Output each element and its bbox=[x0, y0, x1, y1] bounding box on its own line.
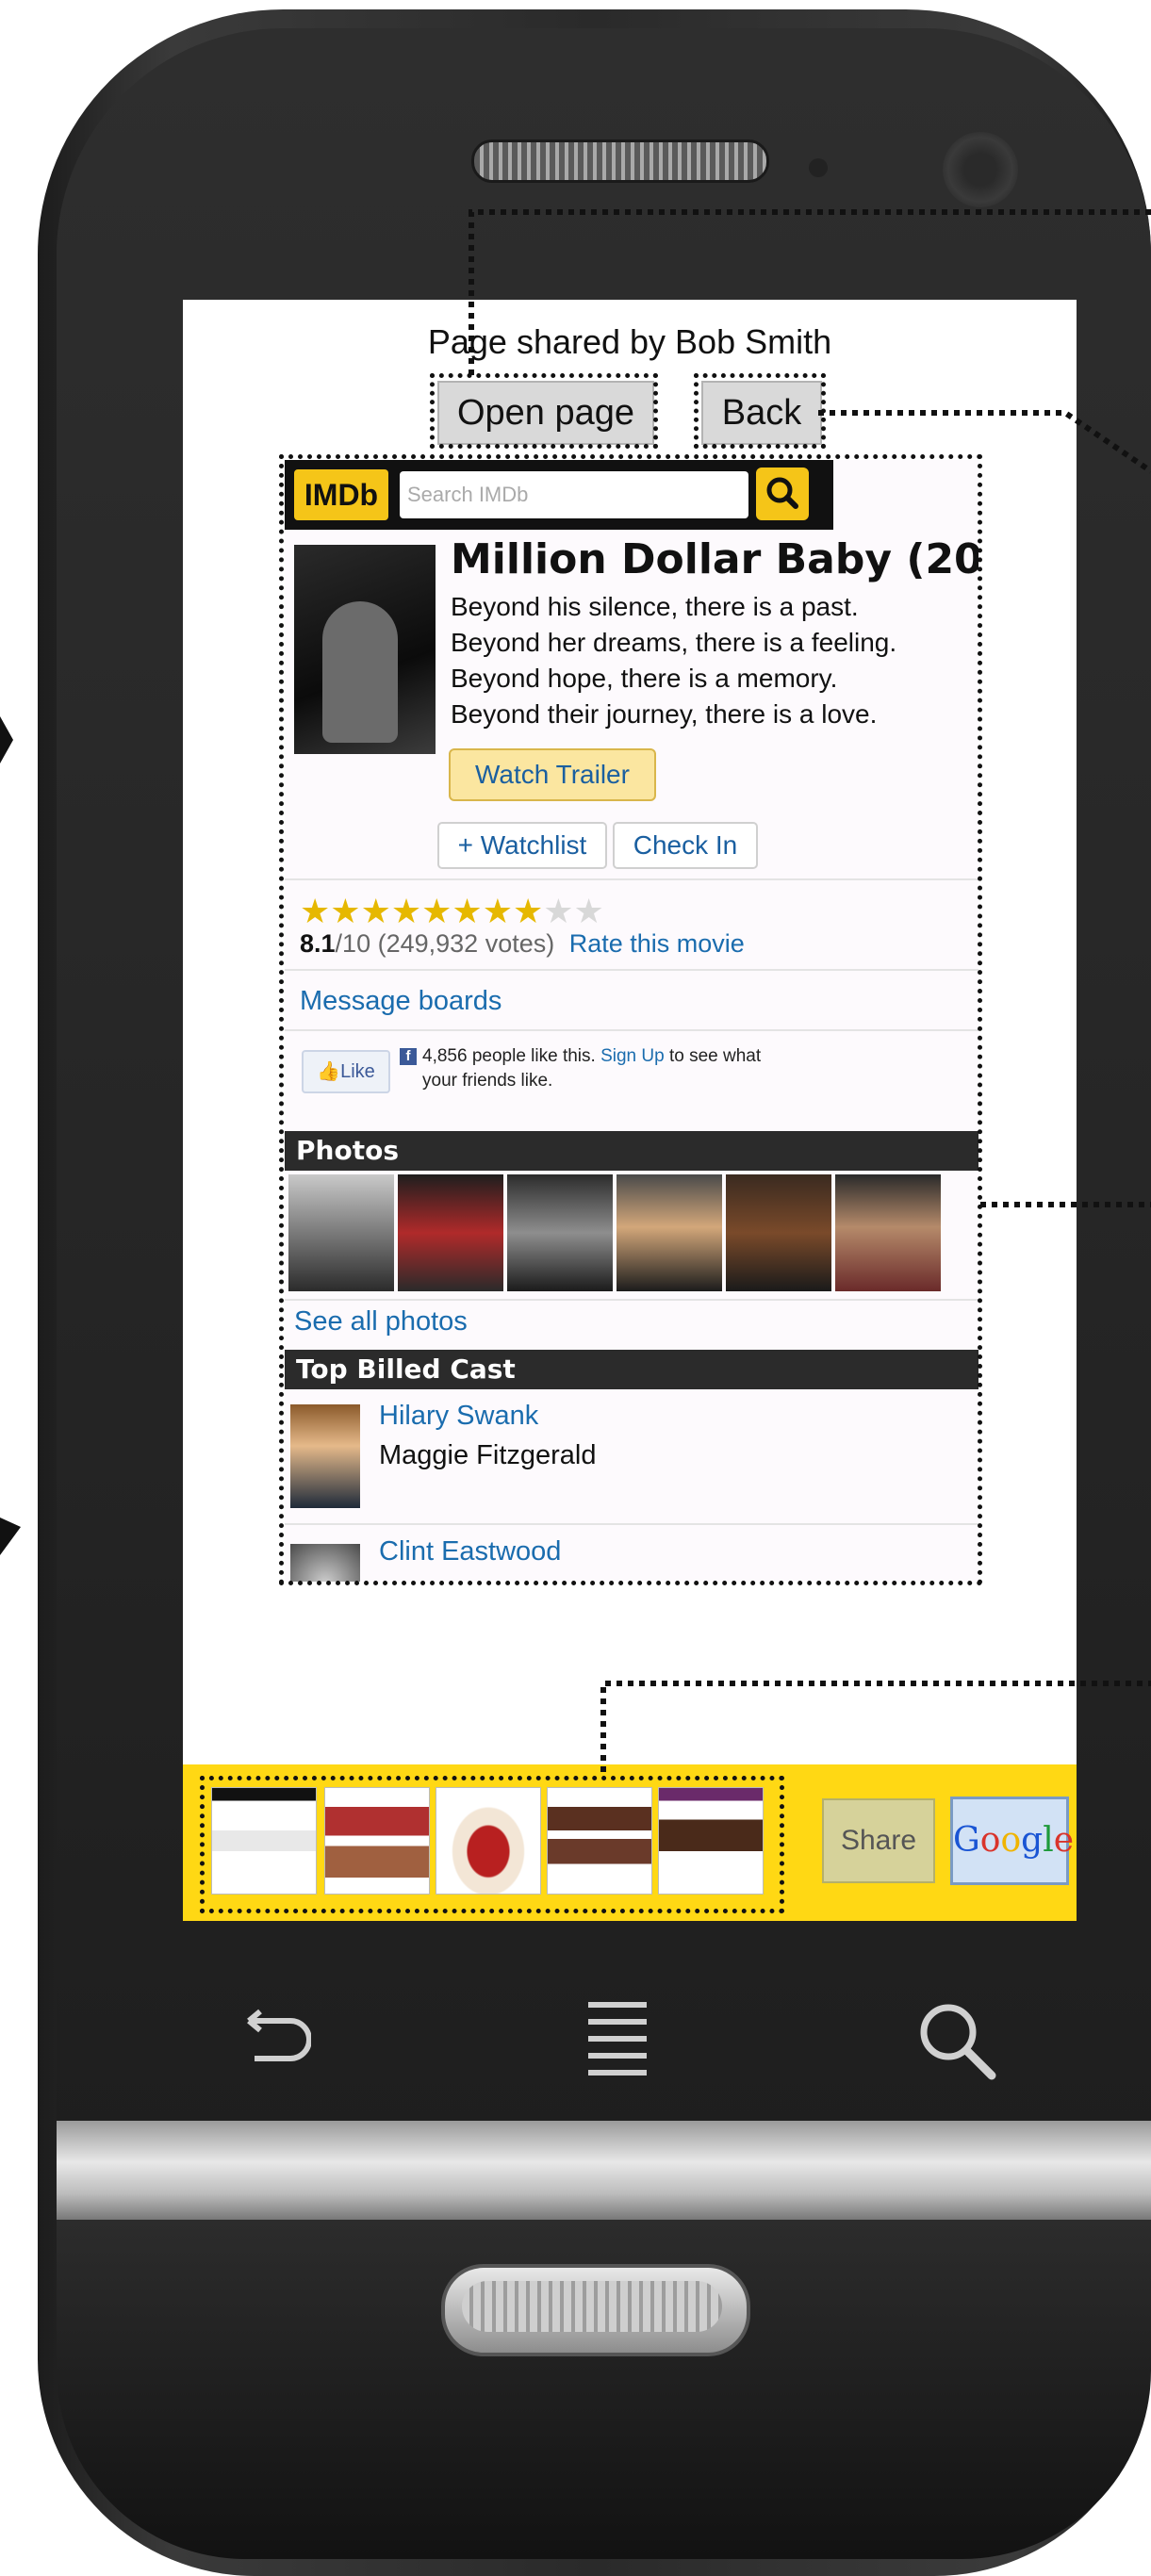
front-camera bbox=[943, 132, 1018, 207]
back-icon[interactable] bbox=[236, 1998, 311, 2074]
phone-screen: Page shared by Bob Smith Open page Back … bbox=[183, 300, 1077, 1921]
menu-icon[interactable] bbox=[584, 1998, 650, 2083]
earpiece-speaker bbox=[471, 139, 769, 183]
home-button-grip bbox=[462, 2281, 722, 2332]
google-logo-letter: l bbox=[1043, 1821, 1054, 1860]
phone-chrome-band bbox=[57, 2121, 1151, 2224]
google-logo-letter: o bbox=[979, 1821, 1001, 1860]
google-logo: Google bbox=[953, 1821, 1074, 1860]
google-logo-letter: o bbox=[1000, 1821, 1022, 1860]
open-page-callout-box bbox=[430, 373, 658, 449]
google-button[interactable]: Google bbox=[950, 1797, 1074, 1885]
google-logo-letter: g bbox=[1021, 1821, 1044, 1860]
proximity-sensor bbox=[809, 158, 828, 177]
back-callout-box bbox=[694, 373, 826, 449]
webpage-callout-box bbox=[279, 454, 982, 1585]
google-logo-letter: G bbox=[953, 1821, 980, 1860]
shared-by-label: Page shared by Bob Smith bbox=[427, 322, 832, 361]
search-icon[interactable] bbox=[914, 1998, 999, 2083]
google-logo-letter: e bbox=[1053, 1821, 1075, 1860]
thumbnails-callout-box bbox=[200, 1776, 784, 1913]
share-button[interactable]: Share bbox=[822, 1798, 935, 1883]
